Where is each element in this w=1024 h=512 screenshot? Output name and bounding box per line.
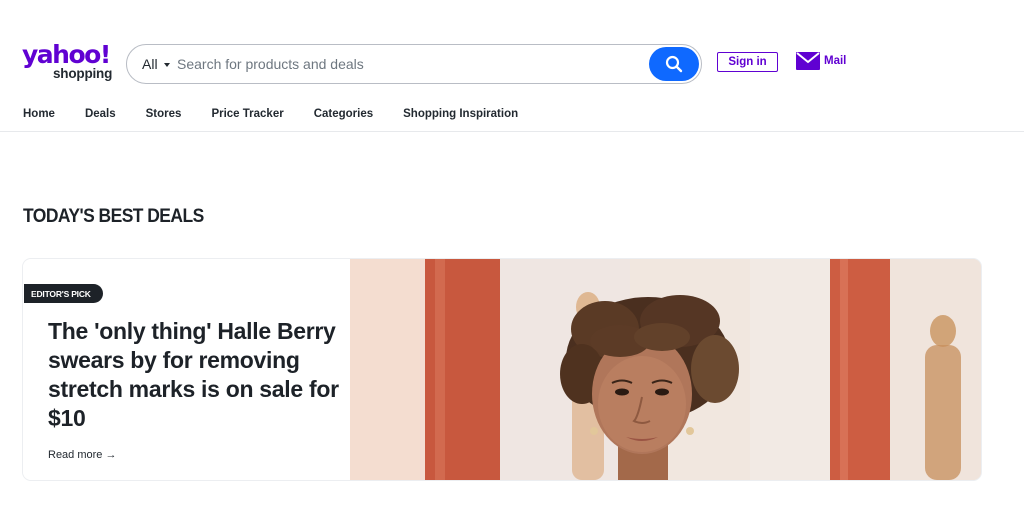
mail-link[interactable]: Mail <box>796 52 846 70</box>
logo-sub-text: shopping <box>53 66 113 81</box>
nav-item-shopping-inspiration[interactable]: Shopping Inspiration <box>403 108 518 120</box>
sign-in-button[interactable]: Sign in <box>717 52 778 72</box>
featured-photo-illustration <box>350 259 981 480</box>
featured-photo[interactable] <box>350 259 981 480</box>
nav-item-stores[interactable]: Stores <box>146 108 182 120</box>
search-category-select[interactable]: All <box>142 56 170 72</box>
featured-card-text: EDITOR'S PICK The 'only thing' Halle Ber… <box>23 259 350 480</box>
caret-down-icon <box>163 62 170 67</box>
nav-item-price-tracker[interactable]: Price Tracker <box>211 108 283 120</box>
nav-item-categories[interactable]: Categories <box>314 108 373 120</box>
mail-icon <box>796 52 820 70</box>
yahoo-shopping-logo[interactable]: yahoo! shopping <box>22 40 122 82</box>
mail-label: Mail <box>824 55 847 67</box>
search-input[interactable] <box>177 54 637 74</box>
read-more-link[interactable]: Read more → <box>48 449 116 461</box>
nav-divider <box>0 131 1024 132</box>
nav-item-deals[interactable]: Deals <box>85 108 116 120</box>
search-category-label: All <box>142 56 158 72</box>
section-title: TODAY'S BEST DEALS <box>23 206 204 227</box>
main-nav: Home Deals Stores Price Tracker Categori… <box>23 108 548 120</box>
search-button[interactable] <box>649 47 699 81</box>
nav-item-home[interactable]: Home <box>23 108 55 120</box>
search-bar: All <box>126 44 702 84</box>
editors-pick-badge: EDITOR'S PICK <box>24 284 103 303</box>
search-icon <box>665 55 683 73</box>
featured-deal-card[interactable]: EDITOR'S PICK The 'only thing' Halle Ber… <box>23 259 981 480</box>
logo-main-text: yahoo! <box>22 40 111 69</box>
featured-headline[interactable]: The 'only thing' Halle Berry swears by f… <box>48 317 340 433</box>
